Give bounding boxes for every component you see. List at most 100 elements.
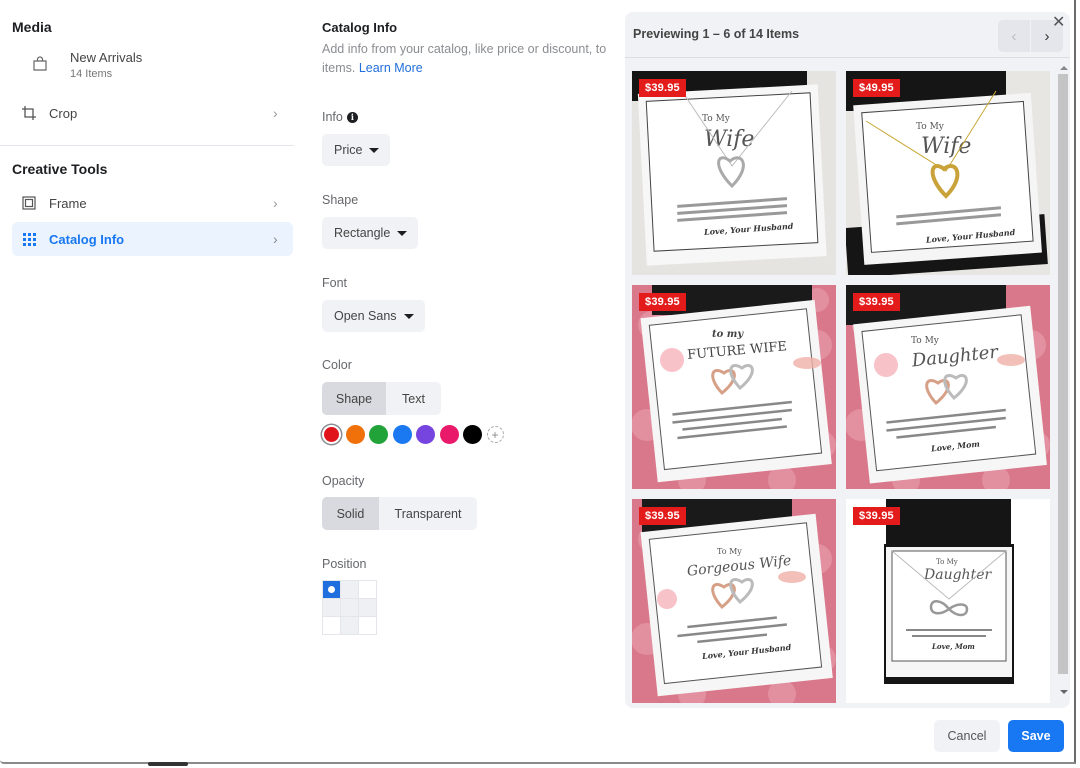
position-bottom-left[interactable] [323, 617, 340, 634]
color-tab-shape[interactable]: Shape [322, 382, 386, 415]
creative-tools-title: Creative Tools [12, 161, 108, 177]
crop-row[interactable]: Crop › [12, 96, 293, 130]
color-tab-text[interactable]: Text [386, 382, 441, 415]
crop-icon [21, 105, 37, 121]
price-tag: $49.95 [853, 79, 900, 97]
tool-catalog-info[interactable]: Catalog Info › [12, 222, 293, 256]
price-tag: $39.95 [639, 293, 686, 311]
product-image: To My Wife Love, Your Husband [846, 71, 1050, 275]
product-image: To My Daughter Love, Mom [846, 285, 1050, 489]
svg-text:To My: To My [911, 336, 940, 346]
font-dropdown[interactable]: Open Sans [322, 300, 425, 332]
position-top-center[interactable] [341, 581, 358, 598]
cancel-button[interactable]: Cancel [934, 720, 1000, 752]
product-image: to my FUTURE WIFE [632, 285, 836, 489]
preview-header: Previewing 1 – 6 of 14 Items ‹ › [625, 12, 1070, 58]
resize-handle[interactable] [148, 762, 188, 766]
caret-down-icon [369, 147, 380, 153]
preview-item[interactable]: To My Wife Love, Your Husband $49.95 [846, 71, 1050, 275]
swatch-green[interactable] [369, 425, 388, 444]
close-icon[interactable]: ✕ [1052, 12, 1065, 32]
chevron-left-icon: ‹ [1011, 27, 1017, 45]
chevron-right-icon: › [273, 195, 278, 211]
swatch-blue[interactable] [392, 425, 412, 444]
product-image: To My Wife Love, Your Husband [632, 71, 836, 275]
svg-text:To My: To My [936, 558, 958, 566]
opacity-solid[interactable]: Solid [322, 497, 379, 530]
preview-scrollbar[interactable] [1058, 62, 1072, 702]
panel-description: Add info from your catalog, like price o… [322, 40, 607, 78]
svg-text:to my: to my [712, 329, 744, 340]
preview-item[interactable]: To My Gorgeous Wife Love, Your Husband $… [632, 499, 836, 703]
frame-icon [21, 195, 37, 211]
color-target-toggle: Shape Text [322, 382, 441, 415]
preview-item[interactable]: to my FUTURE WIFE $39.95 [632, 285, 836, 489]
font-label: Font [322, 276, 348, 290]
position-center[interactable] [341, 599, 358, 616]
shape-label: Shape [322, 193, 359, 207]
svg-text:To My: To My [702, 114, 731, 124]
opacity-toggle: Solid Transparent [322, 497, 477, 530]
media-name: New Arrivals [70, 50, 143, 65]
shape-dropdown[interactable]: Rectangle [322, 217, 419, 249]
shape-value: Rectangle [334, 226, 391, 240]
position-label: Position [322, 557, 367, 571]
tool-label: Frame [49, 195, 87, 211]
preview-item[interactable]: To My Daughter Love, Mom $39.95 [846, 499, 1050, 703]
catalog-info-dialog: Media New Arrivals 14 Items Crop › Creat… [0, 0, 1076, 764]
scroll-up-icon[interactable] [1060, 66, 1068, 70]
save-button[interactable]: Save [1008, 720, 1064, 752]
add-color-icon[interactable]: + [486, 426, 504, 443]
scrollbar-thumb[interactable] [1058, 74, 1068, 674]
font-value: Open Sans [334, 309, 397, 323]
position-top-left[interactable] [323, 581, 340, 598]
swatch-black[interactable] [463, 425, 482, 444]
chevron-right-icon: › [273, 105, 278, 121]
position-middle-right[interactable] [359, 599, 376, 616]
media-section-title: Media [12, 19, 52, 35]
preview-title: Previewing 1 – 6 of 14 Items [633, 27, 800, 41]
tool-frame[interactable]: Frame › [12, 186, 293, 220]
svg-text:To My: To My [916, 122, 945, 132]
price-tag: $39.95 [853, 293, 900, 311]
color-swatches: + [322, 425, 504, 444]
preview-item[interactable]: To My Daughter Love, Mom $39.95 [846, 285, 1050, 489]
info-icon[interactable]: i [346, 111, 358, 123]
learn-more-link[interactable]: Learn More [359, 61, 423, 75]
grid-icon [21, 231, 37, 247]
position-grid [322, 580, 377, 635]
preview-item[interactable]: To My Wife Love, Your Husband $39.95 [632, 71, 836, 275]
product-image: To My Daughter Love, Mom [846, 499, 1050, 703]
svg-text:Daughter: Daughter [923, 567, 992, 583]
product-image: To My Gorgeous Wife Love, Your Husband [632, 499, 836, 703]
media-item[interactable]: New Arrivals 14 Items [30, 48, 280, 88]
swatch-orange[interactable] [345, 425, 365, 444]
price-tag: $39.95 [639, 79, 686, 97]
info-label-text: Info [322, 110, 343, 124]
section-divider [0, 145, 294, 146]
position-bottom-right[interactable] [359, 617, 376, 634]
svg-text:To My: To My [717, 547, 742, 556]
tool-label: Catalog Info [49, 231, 125, 247]
scroll-down-icon[interactable] [1060, 690, 1068, 694]
media-count: 14 Items [70, 68, 113, 80]
svg-text:Love, Mom: Love, Mom [931, 642, 975, 651]
info-label: Info i [322, 110, 358, 124]
swatch-purple[interactable] [416, 425, 435, 444]
shopping-bag-icon [33, 56, 47, 71]
swatch-pink[interactable] [439, 425, 459, 444]
chevron-right-icon: › [1044, 27, 1050, 45]
previous-page-button[interactable]: ‹ [998, 20, 1030, 52]
opacity-transparent[interactable]: Transparent [379, 497, 477, 530]
opacity-label: Opacity [322, 474, 365, 488]
position-top-right[interactable] [359, 581, 376, 598]
swatch-red[interactable] [324, 427, 339, 442]
caret-down-icon [403, 313, 414, 319]
preview-panel: Previewing 1 – 6 of 14 Items ‹ › To My W… [625, 12, 1070, 708]
panel-title: Catalog Info [322, 20, 398, 35]
color-label: Color [322, 358, 352, 372]
position-middle-left[interactable] [323, 599, 340, 616]
svg-text:Wife: Wife [704, 127, 754, 152]
info-dropdown[interactable]: Price [322, 134, 391, 166]
position-bottom-center[interactable] [341, 617, 358, 634]
